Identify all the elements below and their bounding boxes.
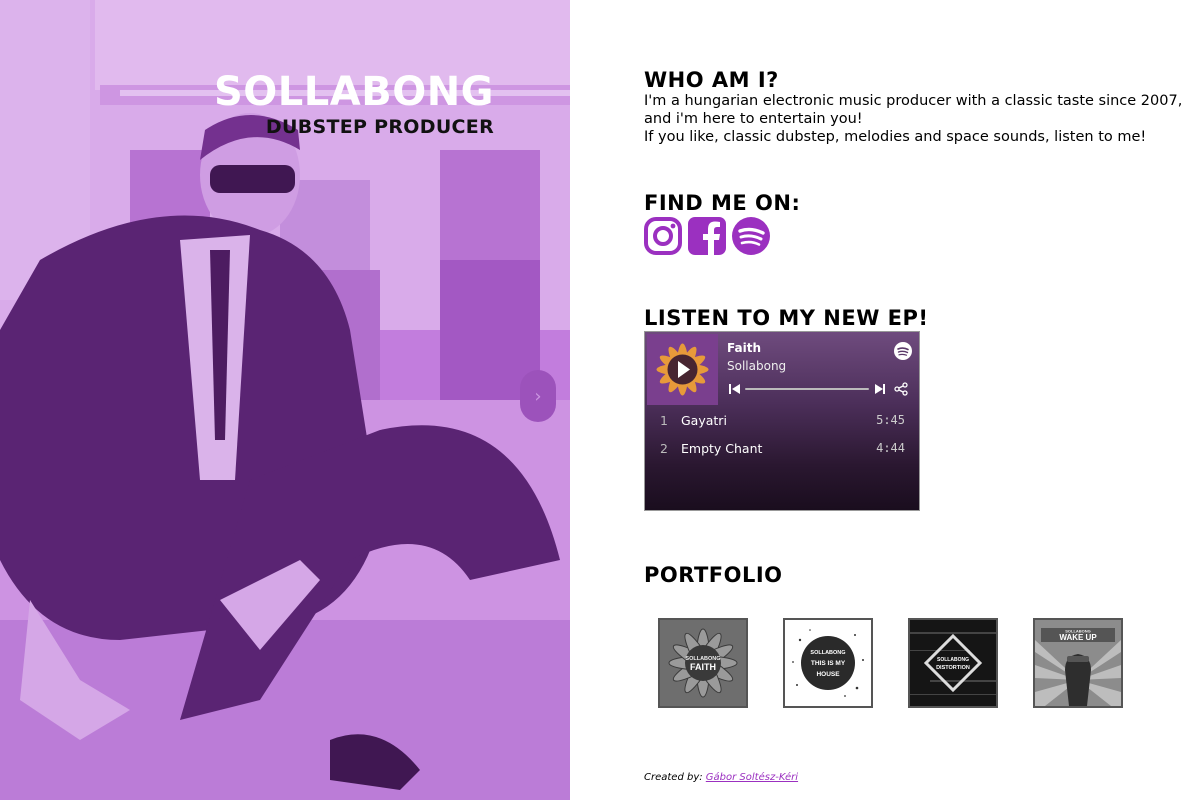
portfolio-item-distortion[interactable]: SOLLABONG DISTORTION: [908, 618, 998, 708]
share-icon[interactable]: [894, 382, 908, 396]
portfolio-line: SOLLABONG: [937, 657, 969, 663]
portfolio-line: DISTORTION: [936, 665, 970, 671]
find-heading: FIND ME ON:: [644, 191, 801, 215]
hero-panel: › SOLLABONG DUBSTEP PRODUCER: [0, 0, 570, 800]
track-name: Empty Chant: [681, 441, 763, 456]
track-duration: 4:44: [876, 441, 905, 455]
who-section: WHO AM I? I'm a hungarian electronic mus…: [644, 68, 1182, 146]
spotify-icon[interactable]: [732, 217, 770, 255]
instagram-icon[interactable]: [644, 217, 682, 255]
track-number: 2: [660, 441, 668, 456]
track-number: 1: [660, 413, 668, 428]
who-line-1: I'm a hungarian electronic music produce…: [644, 93, 1183, 109]
track-name: Gayatri: [681, 413, 727, 428]
portfolio-line: SOLLABONG: [810, 650, 845, 656]
next-track-icon[interactable]: [875, 384, 885, 394]
tracklist: 1 Gayatri 5:45 2 Empty Chant 4:44: [645, 406, 919, 462]
hero-name: SOLLABONG: [213, 69, 494, 115]
track-duration: 5:45: [876, 413, 905, 427]
social-links: [644, 217, 770, 255]
who-heading: WHO AM I?: [644, 68, 779, 92]
footer: Created by: Gábor Soltész-Kéri: [644, 772, 798, 783]
portfolio-line: HOUSE: [816, 671, 840, 678]
listen-section: LISTEN TO MY NEW EP!: [644, 306, 929, 330]
facebook-icon[interactable]: [688, 217, 726, 255]
spotify-embed-player[interactable]: Faith Sollabong 1 Gayatri 5:45 2 Empty C…: [644, 331, 920, 511]
player-track-title: Faith: [727, 341, 761, 355]
progress-bar[interactable]: [745, 388, 869, 390]
portfolio-section: PORTFOLIO: [644, 563, 783, 587]
portfolio-item-this-is-my-house[interactable]: SOLLABONG THIS IS MY HOUSE: [783, 618, 873, 708]
track-row[interactable]: 2 Empty Chant 4:44: [645, 434, 919, 462]
find-section: FIND ME ON:: [644, 191, 800, 215]
album-art: [647, 334, 718, 405]
player-artist[interactable]: Sollabong: [727, 359, 786, 373]
listen-heading: LISTEN TO MY NEW EP!: [644, 306, 929, 330]
author-link[interactable]: Gábor Soltész-Kéri: [706, 772, 798, 783]
portfolio-grid: SOLLABONG FAITH SOLLABONG THIS IS MY HOU…: [658, 618, 1123, 708]
who-line-2: and i'm here to entertain you!: [644, 111, 863, 127]
hero-subtitle: DUBSTEP PRODUCER: [265, 116, 494, 138]
footer-label: Created by:: [644, 772, 703, 783]
portfolio-item-wake-up[interactable]: SOLLABONG WAKE UP: [1033, 618, 1123, 708]
portfolio-line: FAITH: [690, 662, 716, 672]
portfolio-line: WAKE UP: [1059, 633, 1097, 642]
portfolio-line: THIS IS MY: [811, 660, 846, 667]
portfolio-heading: PORTFOLIO: [644, 563, 783, 587]
previous-track-icon[interactable]: [729, 384, 740, 394]
spotify-logo-icon[interactable]: [894, 342, 912, 360]
who-line-3: If you like, classic dubstep, melodies a…: [644, 129, 1147, 145]
portfolio-item-faith[interactable]: SOLLABONG FAITH: [658, 618, 748, 708]
track-row[interactable]: 1 Gayatri 5:45: [645, 406, 919, 434]
